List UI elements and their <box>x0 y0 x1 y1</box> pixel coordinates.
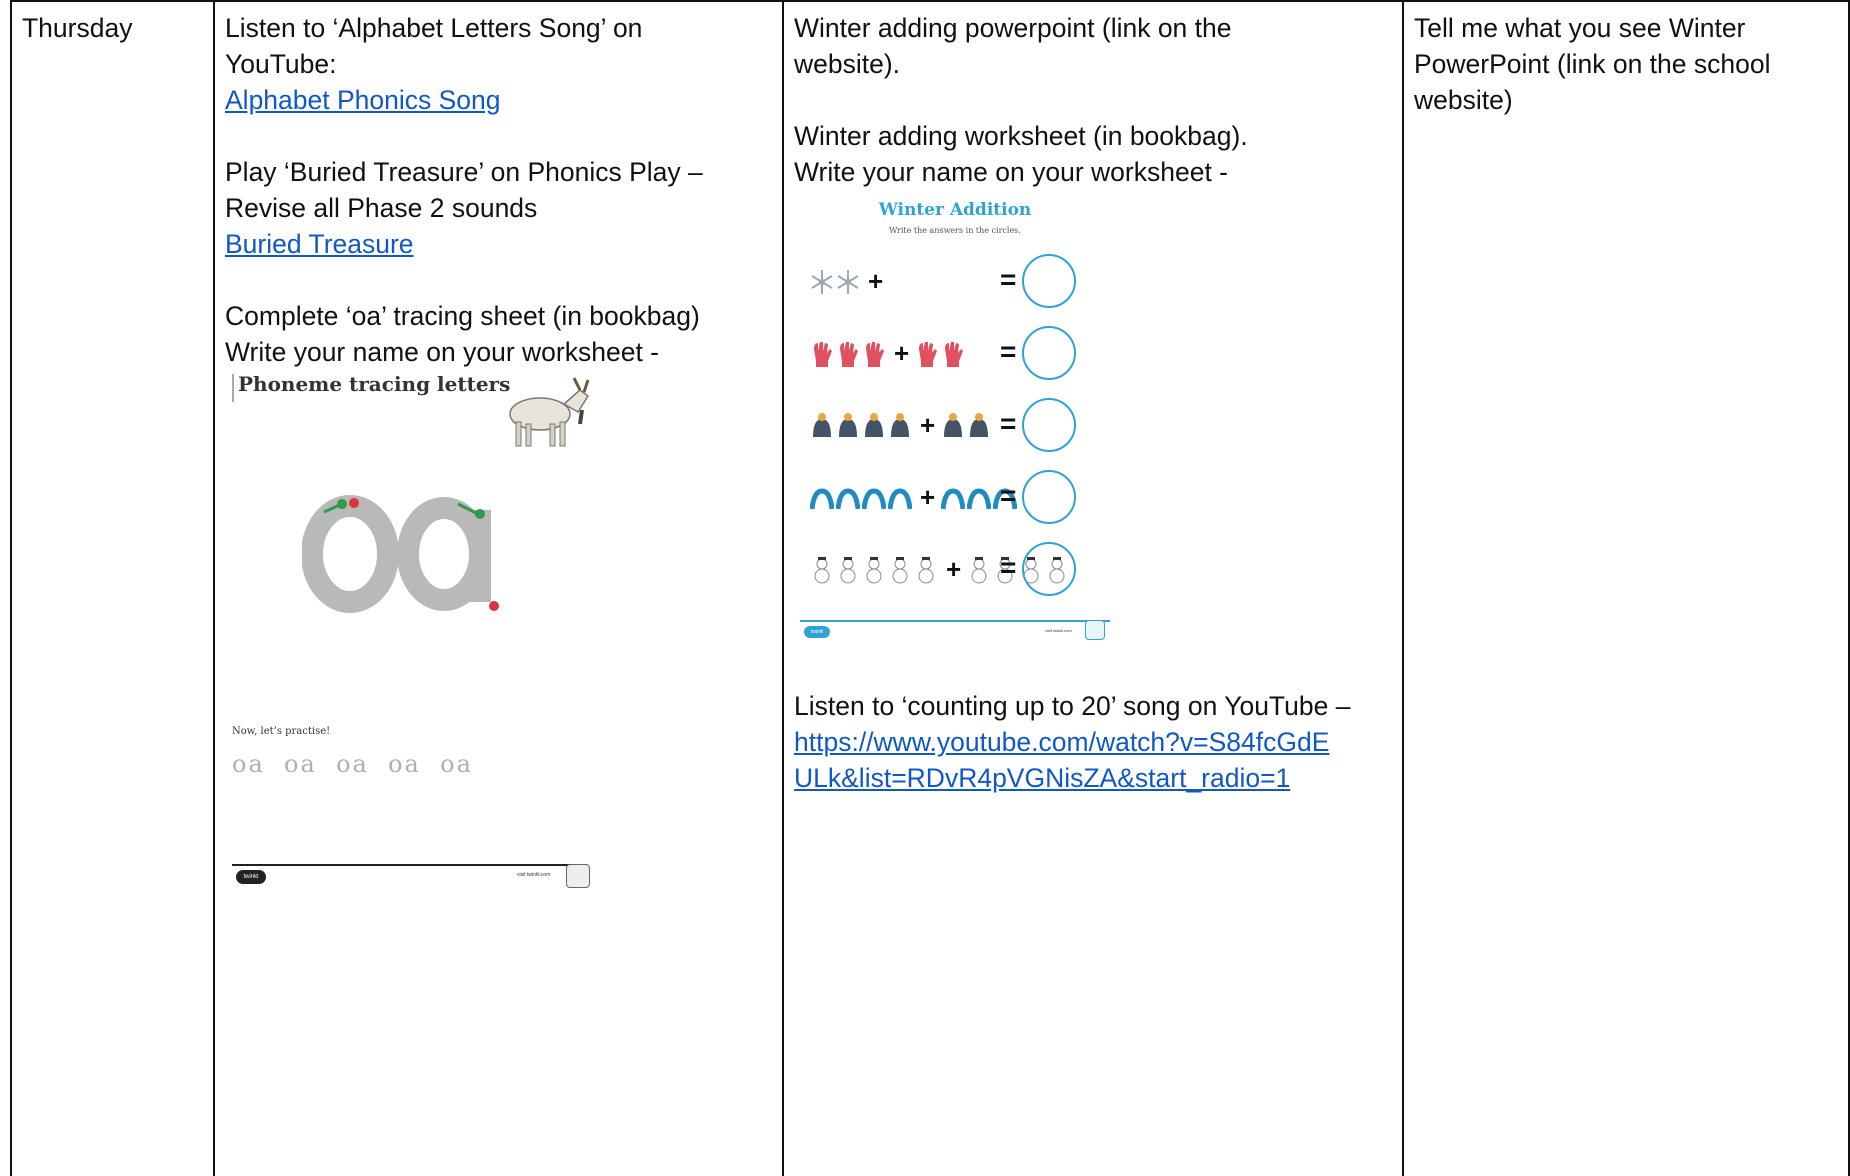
snowman-icon <box>840 556 856 583</box>
scarf-icon <box>836 487 860 509</box>
scarf-icon <box>941 487 966 509</box>
maths-song-section: Listen to ‘counting up to 20’ song on Yo… <box>794 688 1394 796</box>
scarf-icon <box>888 487 912 509</box>
day-cell: Thursday <box>22 10 207 46</box>
maths-text: Write your name on your worksheet - <box>794 157 1228 187</box>
column-divider <box>213 0 215 1176</box>
buried-treasure-link[interactable]: Buried Treasure <box>225 229 414 259</box>
addition-row: + = <box>800 324 1110 384</box>
phonics-cell: Listen to ‘Alphabet Letters Song’ on You… <box>225 10 775 370</box>
winter-addition-worksheet: Winter Addition Write the answers in the… <box>800 200 1110 650</box>
goat-icon <box>509 377 590 447</box>
twinkl-logo: twinkl <box>804 626 830 638</box>
topic-text: Tell me what you see Winter <box>1414 13 1746 43</box>
practise-row: oa oa oa oa oa <box>232 750 473 778</box>
phonics-text: YouTube: <box>225 49 337 79</box>
glove-icon <box>814 341 832 367</box>
snowflake-icon <box>837 269 859 294</box>
equals-sign: = <box>1000 552 1017 583</box>
hat-icon <box>813 412 831 437</box>
phonics-text: Write your name on your worksheet - <box>225 337 659 367</box>
twinkl-badge-icon <box>566 864 590 888</box>
column-divider <box>782 0 784 1176</box>
addition-row: + = <box>800 396 1110 456</box>
maths-text: Winter adding powerpoint (link on the <box>794 13 1232 43</box>
twinkl-footer: visit twinkl.com <box>517 872 551 878</box>
equals-sign: = <box>1000 264 1017 295</box>
equals-sign: = <box>1000 408 1017 439</box>
glove-icon <box>919 341 938 367</box>
answer-circle[interactable] <box>1022 254 1076 308</box>
maths-text: Listen to ‘counting up to 20’ song on Yo… <box>794 691 1351 721</box>
twinkl-footer: visit twinkl.com <box>1045 628 1072 633</box>
phonics-text: Play ‘Buried Treasure’ on Phonics Play – <box>225 157 703 187</box>
worksheet-title: Phoneme tracing letters <box>238 372 511 396</box>
topic-cell: Tell me what you see Winter PowerPoint (… <box>1414 10 1839 118</box>
phoneme-tracing-worksheet: Phoneme tracing letters Now, let’s pract… <box>232 370 622 890</box>
scarf-icon <box>862 487 886 509</box>
plus-sign: + <box>894 338 910 368</box>
day-label: Thursday <box>22 13 133 43</box>
scarf-icon <box>967 487 992 509</box>
worksheet-title: Winter Addition <box>878 200 1032 220</box>
addition-row: + = <box>800 468 1110 528</box>
plus-sign: + <box>946 554 962 584</box>
timetable-table: Thursday Listen to ‘Alphabet Letters Son… <box>10 0 1850 1176</box>
column-divider <box>1402 0 1404 1176</box>
scarf-icon <box>810 487 834 509</box>
maths-cell: Winter adding powerpoint (link on the we… <box>794 10 1394 190</box>
worksheet-subtitle: Write the answers in the circles. <box>889 226 1021 235</box>
snowman-icon <box>971 556 987 583</box>
alphabet-phonics-song-link[interactable]: Alphabet Phonics Song <box>225 85 501 115</box>
equals-sign: = <box>1000 336 1017 367</box>
addition-row: + = <box>800 540 1110 600</box>
snowman-icon <box>918 556 934 583</box>
glove-icon <box>945 341 964 367</box>
twinkl-badge-icon <box>1085 620 1105 640</box>
equals-sign: = <box>1000 480 1017 511</box>
topic-text: website) <box>1414 85 1513 115</box>
table-left-border <box>10 0 12 1176</box>
phonics-text: Complete ‘oa’ tracing sheet (in bookbag) <box>225 301 700 331</box>
snowman-icon <box>866 556 882 583</box>
plus-sign: + <box>920 410 936 440</box>
twinkl-logo: twinkl <box>236 870 266 884</box>
maths-text: Winter adding worksheet (in bookbag). <box>794 121 1248 151</box>
glove-icon <box>866 341 884 367</box>
counting-song-link[interactable]: https://www.youtube.com/watch?v=S84fcGdE <box>794 727 1329 757</box>
glove-icon <box>840 341 858 367</box>
table-top-border <box>10 0 1850 2</box>
topic-text: PowerPoint (link on the school <box>1414 49 1771 79</box>
phonics-text: Listen to ‘Alphabet Letters Song’ on <box>225 13 643 43</box>
answer-circle[interactable] <box>1022 326 1076 380</box>
hat-icon <box>944 412 963 437</box>
oa-tracing-letters <box>302 495 499 613</box>
hat-icon <box>970 412 989 437</box>
practise-label: Now, let’s practise! <box>232 726 331 737</box>
answer-circle[interactable] <box>1022 470 1076 524</box>
phonics-text: Revise all Phase 2 sounds <box>225 193 538 223</box>
snowflake-icon <box>811 269 833 294</box>
snowman-icon <box>814 556 830 583</box>
answer-circle[interactable] <box>1022 542 1076 596</box>
counting-song-link[interactable]: ULk&list=RDvR4pVGNisZA&start_radio=1 <box>794 763 1290 793</box>
hat-icon <box>839 412 857 437</box>
hat-icon <box>865 412 883 437</box>
plus-sign: + <box>920 482 936 512</box>
maths-text: website). <box>794 49 901 79</box>
snowman-icon <box>892 556 908 583</box>
answer-circle[interactable] <box>1022 398 1076 452</box>
hat-icon <box>891 412 909 437</box>
plus-sign: + <box>868 266 884 296</box>
addition-row: + = <box>800 252 1110 312</box>
